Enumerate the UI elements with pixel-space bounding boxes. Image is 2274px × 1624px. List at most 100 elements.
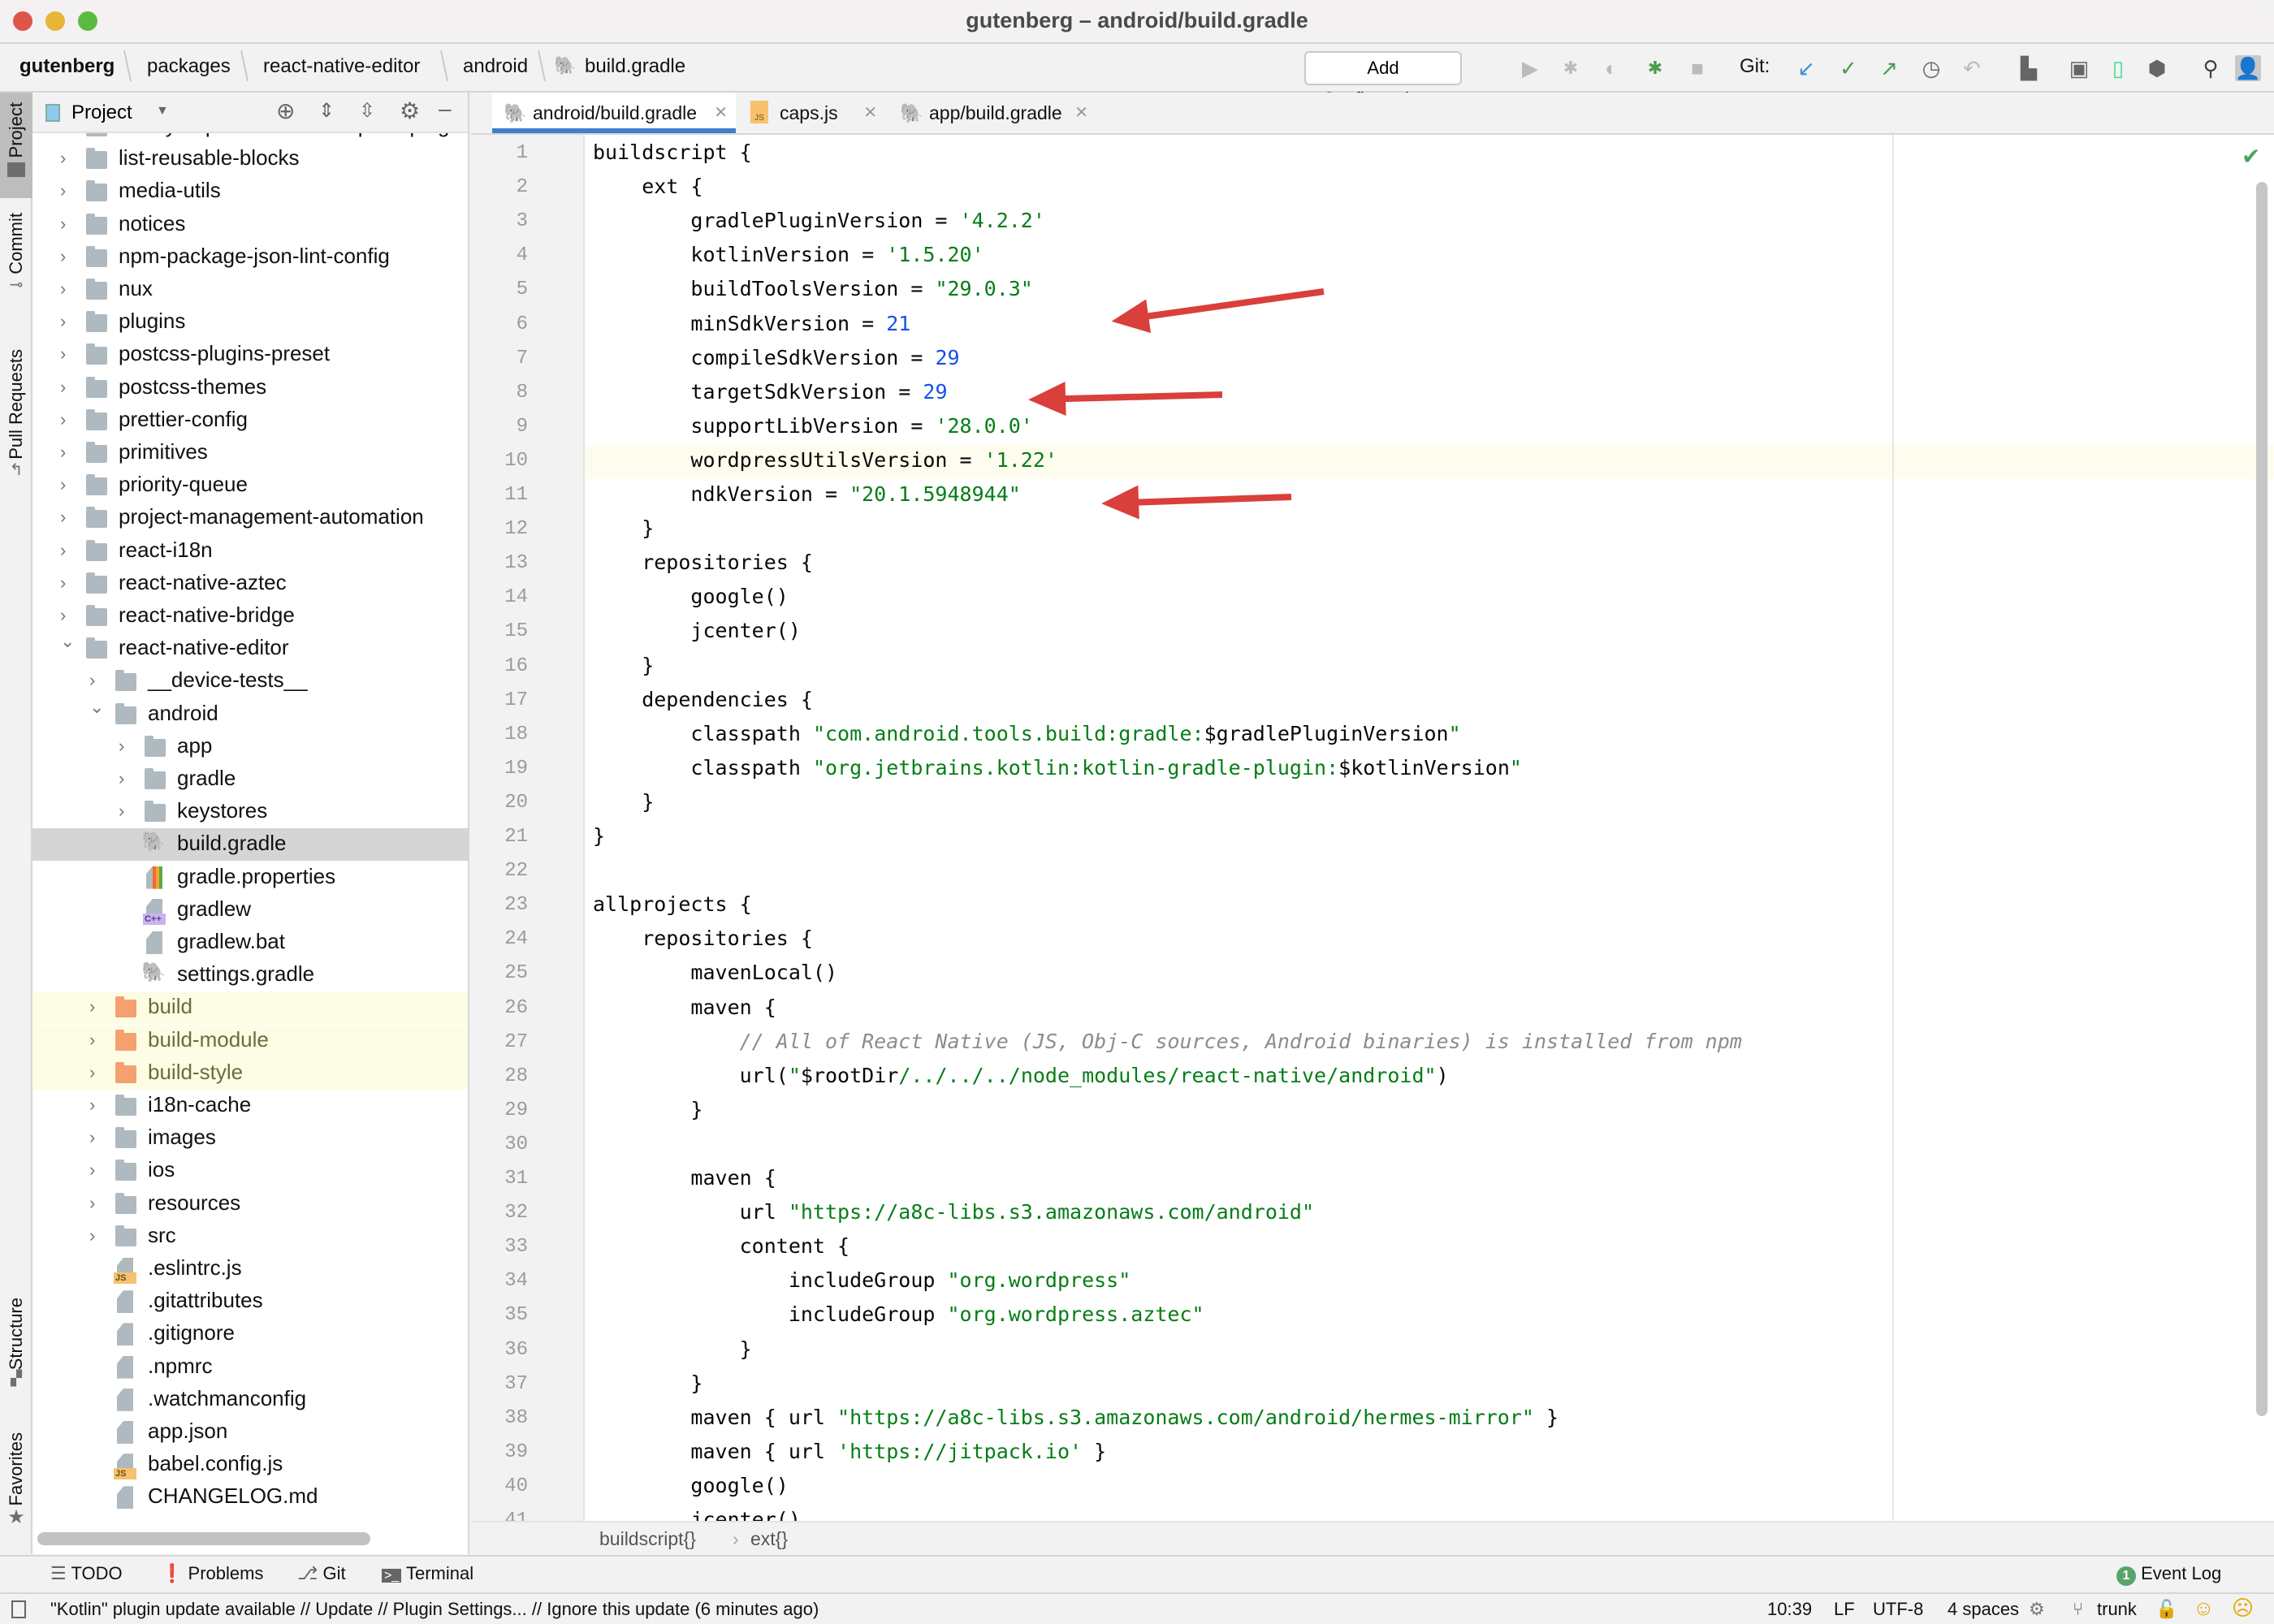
stripe-tab-favorites[interactable]: Favorites ★ bbox=[0, 1432, 32, 1529]
tree-item[interactable]: app.json bbox=[32, 1416, 468, 1449]
tree-item[interactable]: › priority-queue bbox=[32, 469, 468, 502]
tree-item[interactable]: › keystores bbox=[32, 796, 468, 828]
chevron-right-icon[interactable]: › bbox=[60, 133, 66, 136]
chevron-right-icon[interactable]: › bbox=[89, 996, 95, 1017]
chevron-right-icon[interactable]: › bbox=[60, 507, 66, 528]
git-push-icon[interactable]: ↗ bbox=[1876, 55, 1902, 81]
run-icon[interactable]: ▶ bbox=[1517, 55, 1543, 81]
vcs-branch[interactable]: trunk bbox=[2097, 1599, 2137, 1620]
tree-item[interactable]: .npmrc bbox=[32, 1351, 468, 1384]
line-ending[interactable]: LF bbox=[1834, 1599, 1855, 1620]
chevron-right-icon[interactable]: › bbox=[60, 343, 66, 365]
stripe-tab-commit[interactable]: Commit ⊸ bbox=[0, 213, 32, 295]
chevron-right-icon[interactable]: › bbox=[60, 442, 66, 463]
chevron-down-icon[interactable]: ⌄ bbox=[60, 631, 75, 652]
tree-item[interactable]: gradle.properties bbox=[32, 862, 468, 894]
add-configuration-button[interactable]: Add Configuration... bbox=[1304, 51, 1462, 109]
tree-item[interactable]: › app bbox=[32, 731, 468, 763]
chevron-right-icon[interactable]: › bbox=[89, 1062, 95, 1083]
tree-item[interactable]: 🐘 build.gradle bbox=[32, 828, 468, 862]
close-tab-icon[interactable]: ✕ bbox=[863, 93, 877, 133]
tree-item[interactable]: ⌄ android bbox=[32, 697, 468, 731]
account-icon[interactable]: 👤 bbox=[2235, 55, 2261, 81]
chevron-down-icon[interactable]: ▼ bbox=[156, 104, 169, 119]
editor-breadcrumb-ext[interactable]: ext{} bbox=[750, 1528, 788, 1550]
tree-item[interactable]: C++ gradlew bbox=[32, 894, 468, 926]
chevron-right-icon[interactable]: › bbox=[60, 605, 66, 626]
breadcrumb-react-native-editor[interactable]: react-native-editor bbox=[263, 55, 420, 78]
caret-position[interactable]: 10:39 bbox=[1767, 1599, 1812, 1620]
project-structure-icon[interactable]: ▙ bbox=[2016, 55, 2042, 81]
tree-item[interactable]: 🐘 settings.gradle bbox=[32, 959, 468, 991]
chevron-right-icon[interactable]: › bbox=[60, 246, 66, 267]
search-icon[interactable]: ⚲ bbox=[2198, 55, 2224, 81]
chevron-right-icon[interactable]: › bbox=[60, 311, 66, 332]
indent-setting[interactable]: 4 spaces bbox=[1948, 1599, 2019, 1620]
chevron-right-icon[interactable]: › bbox=[119, 768, 124, 789]
avd-manager-icon[interactable]: ▣ bbox=[2066, 55, 2092, 81]
tree-item[interactable]: › plugins bbox=[32, 306, 468, 339]
chevron-right-icon[interactable]: › bbox=[89, 1127, 95, 1148]
hide-panel-icon[interactable]: – bbox=[439, 96, 452, 122]
project-view-selector[interactable]: Project bbox=[71, 102, 132, 124]
locate-file-icon[interactable]: ⊕ bbox=[276, 97, 295, 124]
tree-item[interactable]: JS babel.config.js bbox=[32, 1449, 468, 1481]
tree-item[interactable]: › gradle bbox=[32, 763, 468, 796]
stripe-tab-project[interactable]: Project bbox=[0, 93, 32, 198]
chevron-right-icon[interactable]: › bbox=[60, 540, 66, 561]
feedback-happy-icon[interactable]: ☺ bbox=[2193, 1596, 2215, 1621]
debug-icon[interactable]: ✱ bbox=[1558, 55, 1584, 81]
tree-item[interactable]: CHANGELOG.md bbox=[32, 1481, 468, 1514]
stripe-tab-structure[interactable]: Structure ▞ bbox=[0, 1298, 32, 1387]
tree-item[interactable]: JS .eslintrc.js bbox=[32, 1253, 468, 1285]
tree-item[interactable]: › ios bbox=[32, 1155, 468, 1187]
tree-item[interactable]: gradlew.bat bbox=[32, 926, 468, 959]
tree-item[interactable]: › __device-tests__ bbox=[32, 665, 468, 698]
tree-item[interactable]: › postcss-plugins-preset bbox=[32, 339, 468, 371]
tree-item[interactable]: › build-style bbox=[32, 1056, 468, 1090]
editor-breadcrumb-buildscript[interactable]: buildscript{} bbox=[599, 1528, 696, 1550]
chevron-right-icon[interactable]: › bbox=[60, 214, 66, 235]
git-commit-icon[interactable]: ✓ bbox=[1835, 55, 1861, 81]
tree-item[interactable]: › build-module bbox=[32, 1024, 468, 1057]
sync-gradle-icon[interactable]: ⬢ bbox=[2144, 55, 2170, 81]
tree-item[interactable]: › media-utils bbox=[32, 175, 468, 208]
tree-item[interactable]: › react-native-bridge bbox=[32, 600, 468, 633]
tree-item[interactable]: › prettier-config bbox=[32, 404, 468, 437]
tab-caps-js[interactable]: JS caps.js ✕ bbox=[739, 93, 885, 133]
tree-item[interactable]: › react-native-aztec bbox=[32, 568, 468, 600]
chevron-right-icon[interactable]: › bbox=[60, 180, 66, 201]
tree-item[interactable]: .gitignore bbox=[32, 1318, 468, 1350]
tree-item[interactable]: › project-management-automation bbox=[32, 502, 468, 534]
tree-item[interactable]: .watchmanconfig bbox=[32, 1384, 468, 1416]
tree-item[interactable]: › src bbox=[32, 1220, 468, 1253]
git-rollback-icon[interactable]: ↶ bbox=[1959, 55, 1985, 81]
chevron-right-icon[interactable]: › bbox=[89, 1193, 95, 1214]
tree-item[interactable]: › notices bbox=[32, 209, 468, 241]
close-tab-icon[interactable]: ✕ bbox=[714, 93, 728, 133]
event-log-button[interactable]: 1 Event Log bbox=[2116, 1563, 2221, 1586]
file-encoding[interactable]: UTF-8 bbox=[1873, 1599, 1923, 1620]
coverage-icon[interactable]: ◐ bbox=[1598, 55, 1624, 81]
tool-window-git[interactable]: ⎇ Git bbox=[297, 1563, 346, 1584]
chevron-right-icon[interactable]: › bbox=[89, 1030, 95, 1051]
chevron-right-icon[interactable]: › bbox=[60, 148, 66, 169]
editor-vertical-scrollbar[interactable] bbox=[2256, 182, 2268, 1416]
tab-app-build-gradle[interactable]: 🐘 app/build.gradle ✕ bbox=[888, 93, 1096, 133]
tree-item[interactable]: › resources bbox=[32, 1188, 468, 1220]
chevron-right-icon[interactable]: › bbox=[60, 572, 66, 594]
readonly-lock-icon[interactable]: 🔓 bbox=[2155, 1599, 2177, 1620]
breadcrumb-android[interactable]: android bbox=[463, 55, 528, 78]
chevron-right-icon[interactable]: › bbox=[89, 1225, 95, 1246]
tree-item[interactable]: ⌄ react-native-editor bbox=[32, 631, 468, 665]
close-tab-icon[interactable]: ✕ bbox=[1074, 93, 1088, 133]
tree-horizontal-scrollbar[interactable] bbox=[37, 1532, 370, 1545]
feedback-sad-icon[interactable]: ☹ bbox=[2232, 1596, 2254, 1621]
stop-icon[interactable]: ■ bbox=[1684, 55, 1710, 81]
breadcrumb-packages[interactable]: packages bbox=[147, 55, 231, 78]
breadcrumb-file[interactable]: build.gradle bbox=[585, 55, 685, 78]
git-history-icon[interactable]: ◷ bbox=[1918, 55, 1944, 81]
sdk-manager-icon[interactable]: ▯ bbox=[2105, 55, 2131, 81]
chevron-right-icon[interactable]: › bbox=[60, 409, 66, 430]
tree-item[interactable]: › library-export-default-webpack-plugin bbox=[32, 133, 468, 143]
